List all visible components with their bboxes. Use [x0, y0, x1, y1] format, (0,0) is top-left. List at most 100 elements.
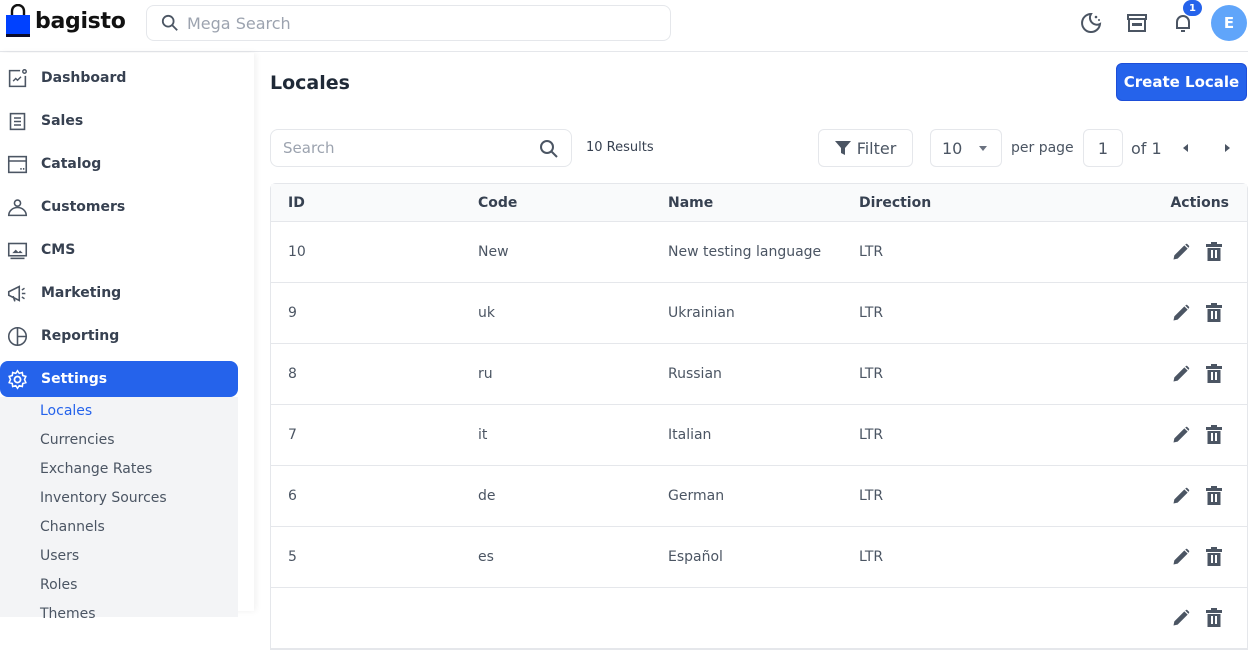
per-page-select[interactable]: 10: [930, 129, 1002, 167]
delete-icon[interactable]: [1205, 425, 1223, 445]
cell-code: uk: [478, 305, 495, 321]
cell-id: 7: [288, 427, 297, 443]
edit-icon[interactable]: [1171, 242, 1191, 262]
sales-icon: [9, 112, 26, 130]
cell-direction: LTR: [859, 488, 884, 504]
edit-icon[interactable]: [1171, 425, 1191, 445]
table-row: 5 es Español LTR: [271, 527, 1247, 588]
results-count: 10 Results: [586, 140, 654, 155]
cms-icon: [7, 242, 28, 259]
submenu-item-channels[interactable]: Channels: [40, 519, 105, 535]
logo[interactable]: bagisto: [5, 4, 126, 38]
sidebar-item-customers[interactable]: Customers: [0, 189, 238, 225]
datagrid-search[interactable]: [270, 129, 572, 167]
cell-name: Español: [668, 549, 723, 565]
delete-icon[interactable]: [1205, 242, 1223, 262]
submenu-item-inventory-sources[interactable]: Inventory Sources: [40, 490, 167, 506]
cell-code: ru: [478, 366, 493, 382]
column-header-actions: Actions: [1170, 194, 1229, 211]
cell-code: es: [478, 549, 494, 565]
sidebar-item-dashboard[interactable]: Dashboard: [0, 60, 238, 96]
cell-name: Ukrainian: [668, 305, 735, 321]
edit-icon[interactable]: [1171, 486, 1191, 506]
filter-icon: [834, 141, 851, 155]
avatar[interactable]: E: [1211, 5, 1247, 41]
total-pages-label: of 1: [1131, 139, 1162, 158]
search-icon[interactable]: [539, 139, 559, 159]
sidebar-item-sales[interactable]: Sales: [0, 103, 238, 139]
filter-button[interactable]: Filter: [818, 129, 913, 167]
dark-mode-icon[interactable]: [1079, 11, 1103, 35]
sidebar-item-reporting[interactable]: Reporting: [0, 318, 238, 354]
row-actions: [1171, 425, 1223, 445]
submenu-item-roles[interactable]: Roles: [40, 577, 77, 593]
cell-direction: LTR: [859, 549, 884, 565]
delete-icon[interactable]: [1205, 486, 1223, 506]
column-header-direction[interactable]: Direction: [859, 195, 931, 211]
cell-direction: LTR: [859, 427, 884, 443]
marketing-icon: [7, 284, 26, 302]
sidebar-item-marketing[interactable]: Marketing: [0, 275, 238, 311]
storefront-icon[interactable]: [1125, 11, 1149, 35]
column-header-code[interactable]: Code: [478, 195, 517, 211]
cell-name: Russian: [668, 366, 722, 382]
create-locale-button[interactable]: Create Locale: [1116, 63, 1247, 101]
mega-search-input[interactable]: [187, 13, 627, 33]
row-actions: [1171, 608, 1223, 628]
sidebar-item-cms[interactable]: CMS: [0, 232, 238, 268]
catalog-icon: [7, 155, 28, 173]
submenu-item-exchange-rates[interactable]: Exchange Rates: [40, 461, 152, 477]
cell-name: Italian: [668, 427, 712, 443]
cell-id: 8: [288, 366, 297, 382]
current-page-input[interactable]: 1: [1083, 129, 1123, 167]
mega-search[interactable]: [146, 5, 671, 41]
caret-down-icon: [979, 146, 987, 151]
search-input[interactable]: [283, 139, 533, 157]
settings-icon: [8, 368, 27, 390]
column-header-name[interactable]: Name: [668, 195, 713, 211]
sidebar: Dashboard Sales Catalog Customers CMS Ma…: [0, 53, 254, 622]
cell-direction: LTR: [859, 305, 884, 321]
submenu-item-currencies[interactable]: Currencies: [40, 432, 115, 448]
cell-id: 9: [288, 305, 297, 321]
cell-id: 5: [288, 549, 297, 565]
row-actions: [1171, 303, 1223, 323]
notification-badge: 1: [1183, 0, 1202, 16]
delete-icon[interactable]: [1205, 303, 1223, 323]
cell-id: 10: [288, 244, 306, 260]
edit-icon[interactable]: [1171, 364, 1191, 384]
search-icon: [161, 14, 178, 31]
edit-icon[interactable]: [1171, 608, 1191, 628]
customers-icon: [7, 198, 28, 216]
table-row: 8 ru Russian LTR: [271, 344, 1247, 405]
table-row: 6 de German LTR: [271, 466, 1247, 527]
submenu-item-users[interactable]: Users: [40, 548, 79, 564]
cell-name: German: [668, 488, 725, 504]
cell-direction: LTR: [859, 366, 884, 382]
per-page-label: per page: [1011, 140, 1074, 156]
row-actions: [1171, 364, 1223, 384]
delete-icon[interactable]: [1205, 608, 1223, 628]
previous-page-icon[interactable]: [1183, 144, 1188, 152]
edit-icon[interactable]: [1171, 303, 1191, 323]
settings-submenu: Locales Currencies Exchange Rates Invent…: [0, 397, 238, 622]
sidebar-item-catalog[interactable]: Catalog: [0, 146, 238, 182]
table-row: 9 uk Ukrainian LTR: [271, 283, 1247, 344]
column-header-id[interactable]: ID: [288, 195, 305, 211]
row-actions: [1171, 547, 1223, 567]
row-actions: [1171, 486, 1223, 506]
locales-table: ID Code Name Direction Actions 10 New New …: [270, 183, 1248, 650]
sidebar-item-settings[interactable]: Settings: [0, 361, 238, 397]
table-row: 10 New New testing language LTR: [271, 222, 1247, 283]
table-row: [271, 588, 1247, 649]
edit-icon[interactable]: [1171, 547, 1191, 567]
cell-code: New: [478, 244, 509, 260]
submenu-item-themes[interactable]: Themes: [40, 606, 96, 622]
delete-icon[interactable]: [1205, 364, 1223, 384]
submenu-item-locales[interactable]: Locales: [40, 403, 92, 419]
dashboard-icon: [8, 68, 27, 87]
delete-icon[interactable]: [1205, 547, 1223, 567]
next-page-icon[interactable]: [1225, 144, 1230, 152]
cell-direction: LTR: [859, 244, 884, 260]
reporting-icon: [7, 326, 28, 346]
